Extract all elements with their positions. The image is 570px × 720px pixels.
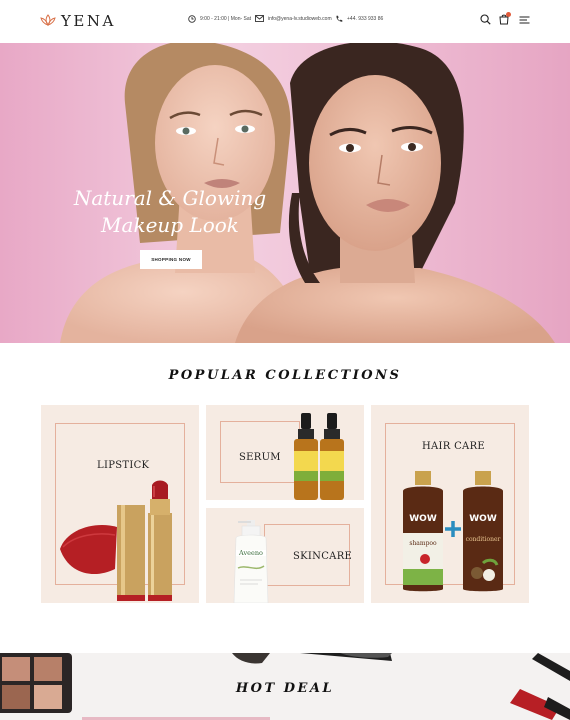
site-header: YENA 9:00 - 21:00 | Mon- Sat info@yena-l… (0, 0, 570, 43)
collection-card-skincare[interactable]: SKINCARE Aveeno (206, 508, 364, 603)
phone-contact[interactable]: +44. 933 933 86 (335, 15, 383, 23)
lotus-icon (40, 14, 56, 26)
hours-text: 9:00 - 21:00 | Mon- Sat (200, 16, 252, 22)
phone-text: +44. 933 933 86 (347, 16, 384, 22)
hot-deal-section: HOT DEAL (0, 653, 570, 720)
collection-label-lipstick: LIPSTICK (97, 460, 150, 471)
logo[interactable]: YENA (40, 12, 116, 30)
wow-shampoo-text: WOW (409, 514, 437, 524)
mail-icon (255, 15, 264, 22)
hero-title: Natural & Glowing Makeup Look (60, 185, 280, 239)
menu-icon[interactable] (519, 16, 530, 24)
lotion-bottle-image: Aveeno (233, 520, 269, 603)
collection-card-hair-care[interactable]: HAIR CARE WOW shampoo WOW conditioner (371, 405, 529, 603)
hero-banner: Natural & Glowing Makeup Look SHOPPING N… (0, 43, 570, 343)
shampoo-conditioner-image: WOW shampoo WOW conditioner (403, 471, 503, 592)
phone-icon (336, 15, 343, 22)
clock-icon (188, 15, 196, 23)
opening-hours: 9:00 - 21:00 | Mon- Sat (188, 15, 251, 23)
shampoo-label-text: shampoo (409, 540, 437, 547)
collection-card-lipstick[interactable]: LIPSTICK (41, 405, 199, 603)
email-text: info@yena-lv.studioweb.com (268, 15, 332, 22)
popular-collections-title: POPULAR COLLECTIONS (168, 368, 402, 383)
collection-label-serum: SERUM (239, 452, 281, 463)
collection-label-hair-care: HAIR CARE (422, 441, 486, 452)
serum-bottles-image (294, 413, 344, 500)
search-icon[interactable] (480, 14, 491, 25)
lipstick-image (60, 480, 172, 601)
wow-conditioner-text: WOW (469, 514, 497, 524)
hot-deal-title: HOT DEAL (235, 681, 335, 696)
collection-label-skincare: SKINCARE (293, 551, 353, 562)
collection-card-serum[interactable]: SERUM (206, 405, 364, 500)
email-contact[interactable]: info@yena-lv.studioweb.com (255, 15, 332, 22)
shopping-now-button[interactable]: SHOPPING NOW (140, 250, 202, 269)
hero-title-line-2: Makeup Look (101, 213, 239, 237)
hero-title-line-1: Natural & Glowing (73, 186, 267, 210)
conditioner-label-text: conditioner (466, 536, 501, 543)
lotion-brand-text: Aveeno (238, 549, 263, 557)
brand-name: YENA (61, 12, 116, 30)
cart-count-badge (506, 12, 511, 17)
